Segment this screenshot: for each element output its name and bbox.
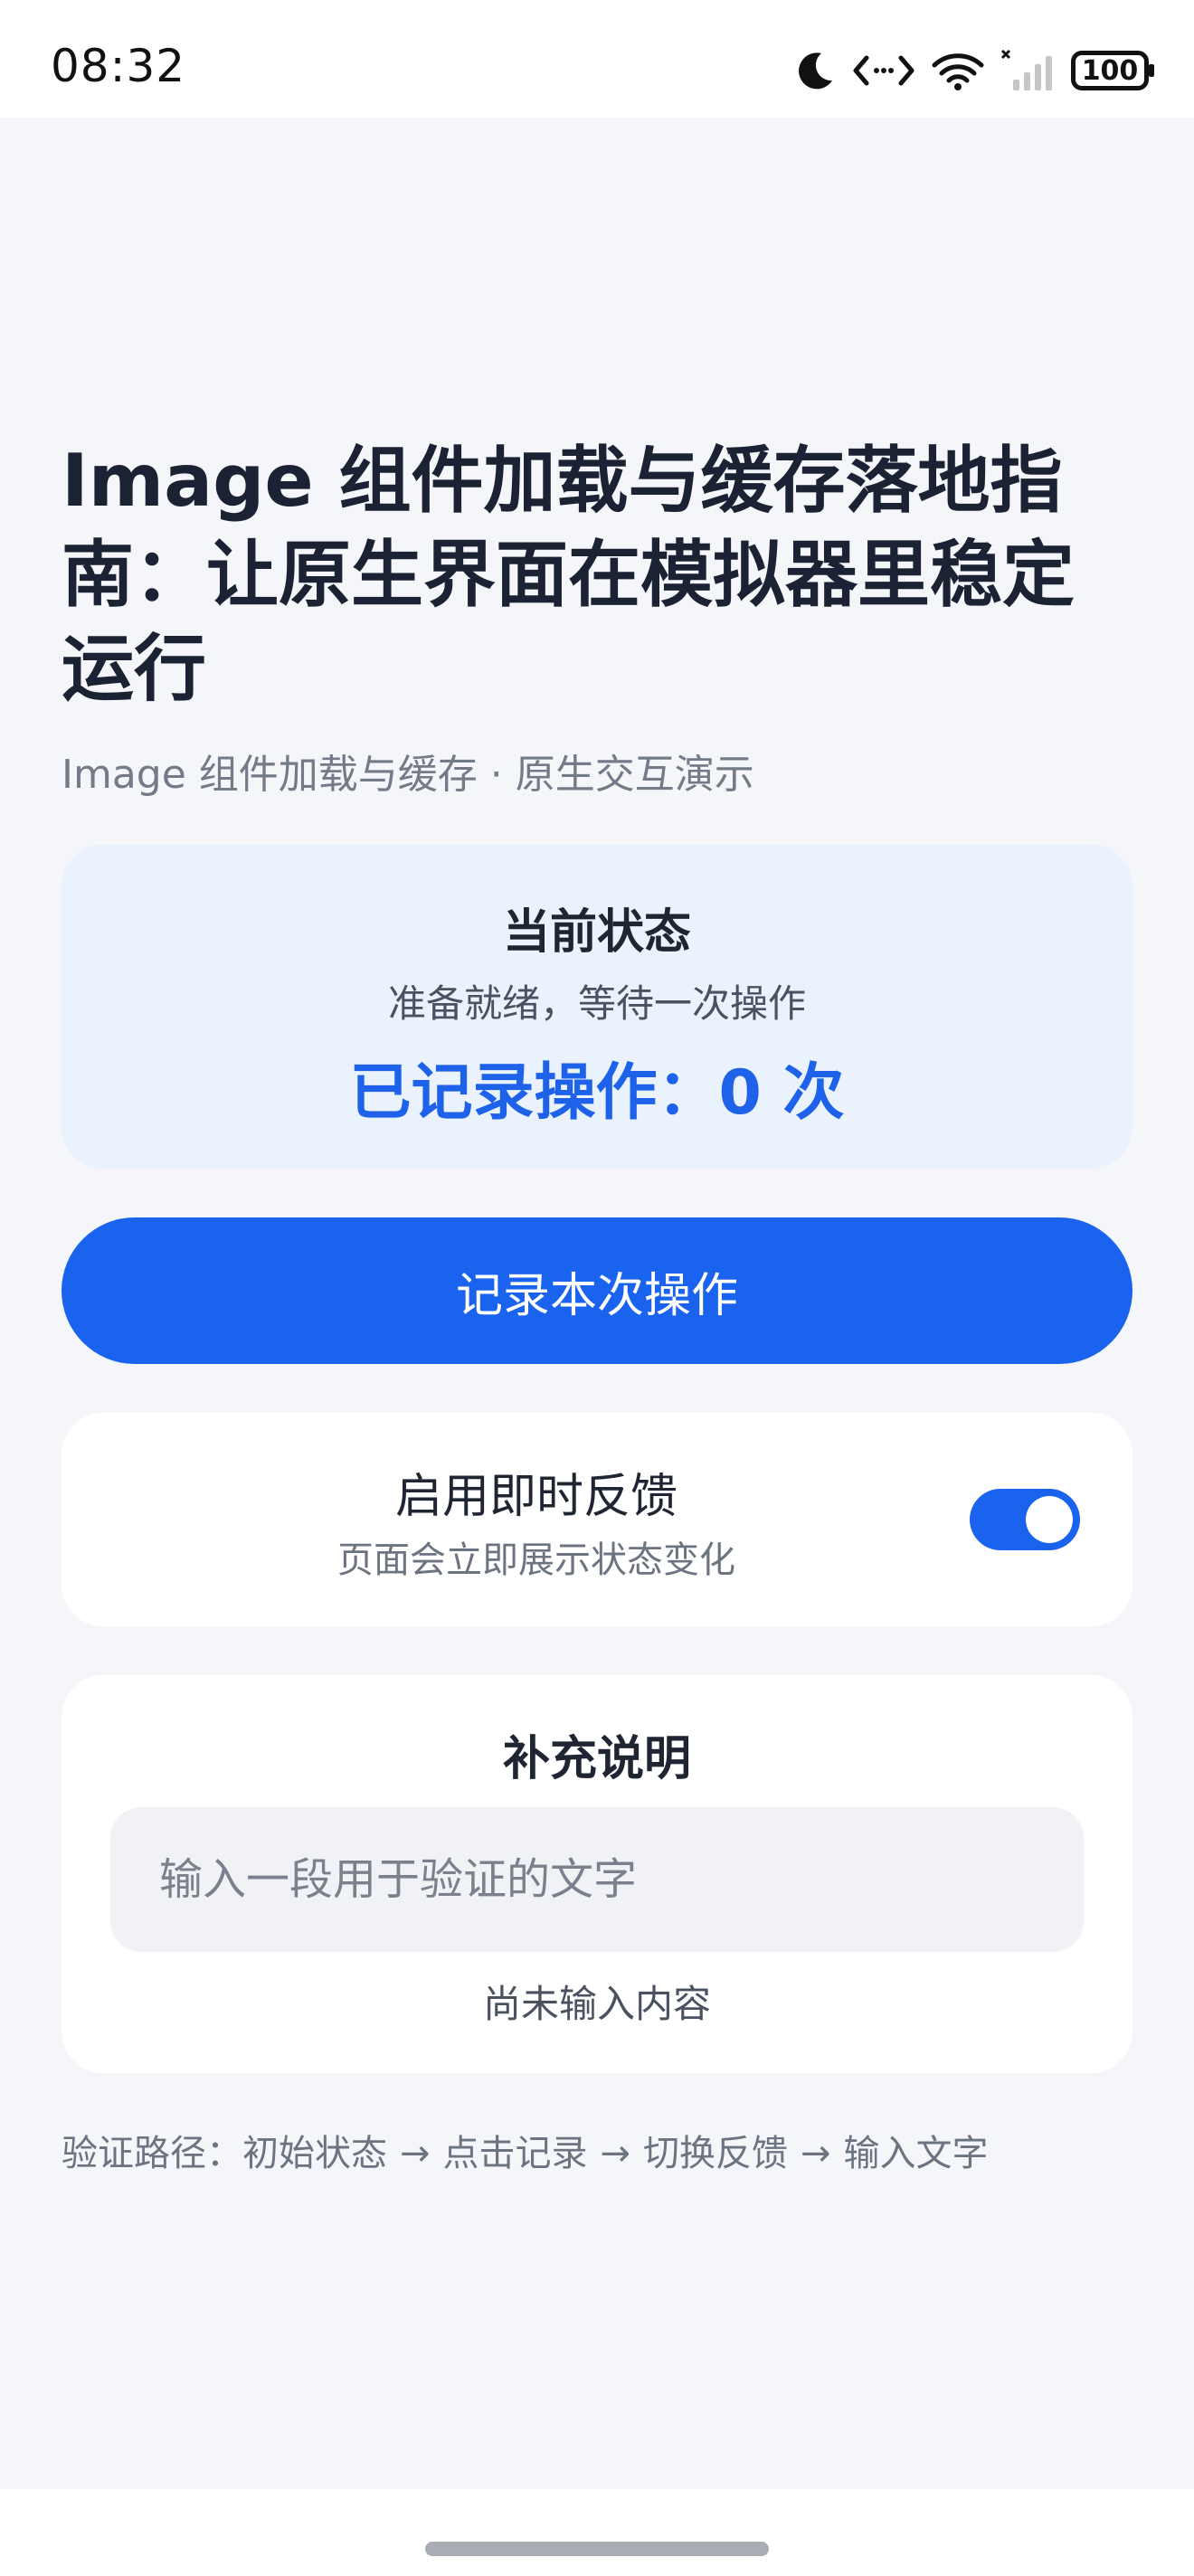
status-message: 准备就绪，等待一次操作 — [387, 981, 806, 1026]
wifi-icon — [932, 51, 984, 90]
signal-icon — [1000, 49, 1055, 92]
navigation-bar — [0, 2489, 1194, 2576]
feedback-toggle-description: 页面会立即展示状态变化 — [337, 1539, 735, 1581]
arrow-right-icon: → — [400, 2133, 431, 2174]
status-time: 08:32 — [51, 40, 186, 92]
status-bar: 08:32 100 — [0, 0, 1194, 118]
verify-step: 点击记录 — [442, 2133, 588, 2174]
verify-path-prefix: 验证路径： — [62, 2133, 242, 2174]
code-icon — [852, 52, 915, 89]
arrow-right-icon: → — [801, 2133, 831, 2174]
home-indicator[interactable] — [425, 2542, 769, 2556]
feedback-toggle-card: 启用即时反馈 页面会立即展示状态变化 — [62, 1413, 1132, 1626]
record-operation-button[interactable]: 记录本次操作 — [62, 1217, 1132, 1364]
feedback-toggle-switch[interactable] — [970, 1489, 1080, 1550]
verify-path: 验证路径：初始状态 → 点击记录 → 切换反馈 → 输入文字 — [62, 2124, 989, 2176]
switch-knob — [1026, 1496, 1073, 1543]
verify-step: 切换反馈 — [643, 2133, 789, 2174]
verify-step: 初始状态 — [242, 2133, 387, 2174]
note-input-status: 尚未输入内容 — [482, 1982, 711, 2026]
note-input[interactable] — [110, 1807, 1084, 1952]
page-subtitle: Image 组件加载与缓存 · 原生交互演示 — [62, 752, 754, 798]
battery-icon: 100 — [1071, 51, 1154, 90]
note-card: 补充说明 尚未输入内容 — [62, 1675, 1132, 2073]
operation-count: 已记录操作：0 次 — [349, 1057, 845, 1129]
verify-step: 输入文字 — [843, 2133, 989, 2174]
battery-level: 100 — [1081, 54, 1139, 87]
page-title: Image 组件加载与缓存落地指南：让原生界面在模拟器里稳定运行 — [62, 439, 1075, 711]
moon-icon — [794, 50, 836, 91]
arrow-right-icon: → — [600, 2133, 631, 2174]
feedback-toggle-label: 启用即时反馈 — [394, 1470, 678, 1524]
status-card-title: 当前状态 — [502, 905, 691, 960]
status-card: 当前状态 准备就绪，等待一次操作 已记录操作：0 次 — [62, 845, 1132, 1169]
note-card-title: 补充说明 — [502, 1732, 691, 1786]
status-icons: 100 — [794, 43, 1154, 98]
